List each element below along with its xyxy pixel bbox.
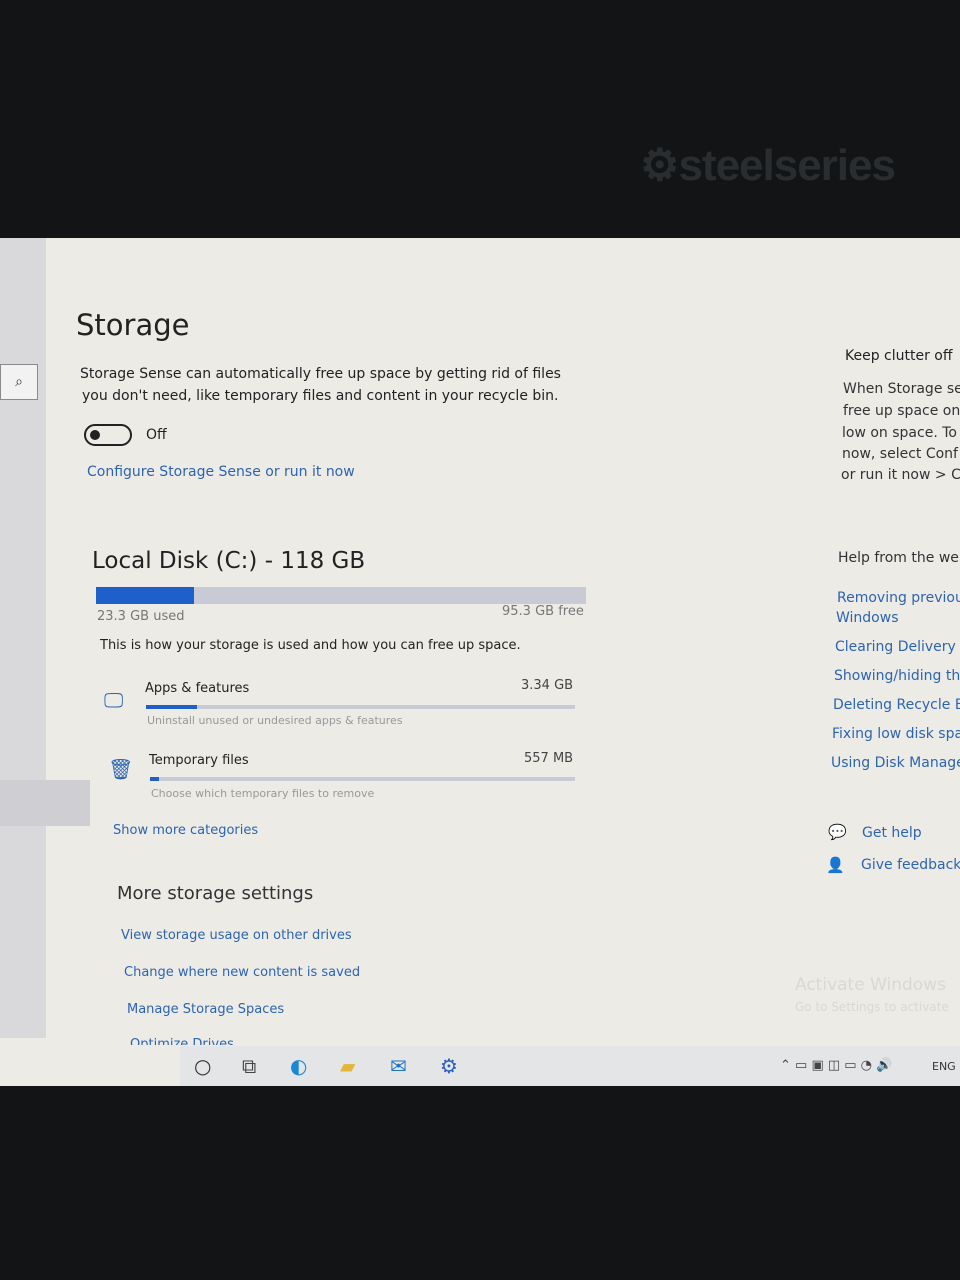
category-size: 557 MB (524, 751, 574, 766)
category-bar (146, 705, 575, 709)
category-hint: Uninstall unused or undesired apps & fea… (147, 714, 403, 727)
settings-icon[interactable]: ⚙ (440, 1054, 458, 1078)
monitor-icon: 🖵 (104, 688, 124, 712)
steelseries-logo: ⚙steelseries (640, 141, 896, 190)
category-name: Apps & features (145, 681, 250, 696)
category-bar-fill (146, 705, 198, 709)
help-link[interactable]: Removing previou (837, 590, 960, 606)
cortana-icon[interactable]: ○ (194, 1054, 211, 1078)
mail-icon[interactable]: ✉ (390, 1054, 407, 1078)
disk-usage-fill (96, 587, 194, 604)
disk-usage-bar (96, 587, 586, 604)
right-body-line: low on space. To (842, 425, 957, 441)
category-bar-fill (150, 777, 159, 781)
disk-description: This is how your storage is used and how… (100, 638, 521, 653)
toggle-state-label: Off (146, 427, 167, 443)
system-tray-icons[interactable]: ⌃ ▭ ▣ ◫ ▭ ◔ 🔊 (780, 1058, 892, 1073)
help-link[interactable]: Showing/hiding th (834, 668, 960, 684)
right-heading: Keep clutter off (845, 348, 953, 364)
right-body-line: now, select Conf (842, 446, 958, 462)
taskbar: ○ ⧉ ◐ ▰ ✉ ⚙ ⌃ ▭ ▣ ◫ ▭ ◔ 🔊 ENG (180, 1046, 960, 1086)
more-storage-title: More storage settings (117, 883, 314, 904)
help-link[interactable]: Windows (836, 610, 899, 626)
activation-watermark-sub: Go to Settings to activate (795, 1000, 949, 1014)
category-temporary-files[interactable]: 🗑 Temporary files 557 MB Choose which te… (104, 745, 584, 805)
trash-icon: 🗑 (108, 757, 134, 781)
storage-sense-description-2: you don't need, like temporary files and… (82, 388, 559, 404)
right-body-line: free up space on (843, 403, 960, 419)
give-feedback-link[interactable]: Give feedback (861, 857, 960, 873)
disk-free: 95.3 GB free (502, 604, 584, 619)
right-body-line: When Storage se (843, 381, 960, 397)
category-bar (150, 777, 575, 781)
feedback-icon: 👤 (826, 856, 845, 874)
category-hint: Choose which temporary files to remove (151, 787, 375, 800)
storage-sense-toggle[interactable] (84, 424, 132, 446)
help-link[interactable]: Deleting Recycle Bi (833, 697, 960, 713)
sidebar-selected-item[interactable] (0, 780, 90, 826)
optimize-drives-link[interactable]: Optimize Drives (130, 1037, 234, 1045)
language-indicator[interactable]: ENG (932, 1060, 956, 1073)
right-body-line: or run it now > C (841, 467, 960, 483)
disk-title: Local Disk (C:) - 118 GB (92, 548, 366, 574)
change-save-location-link[interactable]: Change where new content is saved (124, 965, 360, 980)
help-link[interactable]: Clearing Delivery C (835, 639, 960, 655)
category-name: Temporary files (149, 753, 249, 768)
help-link[interactable]: Fixing low disk spa (832, 726, 960, 742)
configure-storage-sense-link[interactable]: Configure Storage Sense or run it now (87, 464, 355, 480)
help-link[interactable]: Using Disk Manage (831, 755, 960, 771)
activation-watermark: Activate Windows (795, 975, 946, 995)
edge-icon[interactable]: ◐ (290, 1054, 307, 1078)
page-title: Storage (76, 308, 190, 342)
search-icon[interactable]: ⌕ (0, 364, 38, 400)
view-other-drives-link[interactable]: View storage usage on other drives (121, 928, 352, 943)
category-apps-features[interactable]: 🖵 Apps & features 3.34 GB Uninstall unus… (100, 672, 580, 732)
help-heading: Help from the we (838, 550, 959, 566)
disk-used: 23.3 GB used (97, 609, 185, 624)
get-help-link[interactable]: Get help (862, 825, 922, 841)
category-size: 3.34 GB (521, 678, 574, 693)
file-explorer-icon[interactable]: ▰ (340, 1054, 355, 1078)
storage-sense-description: Storage Sense can automatically free up … (80, 366, 561, 382)
get-help-icon: 💬 (828, 823, 847, 841)
sidebar (0, 238, 46, 1038)
task-view-icon[interactable]: ⧉ (242, 1054, 256, 1078)
manage-storage-spaces-link[interactable]: Manage Storage Spaces (127, 1002, 284, 1017)
show-more-categories-link[interactable]: Show more categories (113, 823, 258, 838)
